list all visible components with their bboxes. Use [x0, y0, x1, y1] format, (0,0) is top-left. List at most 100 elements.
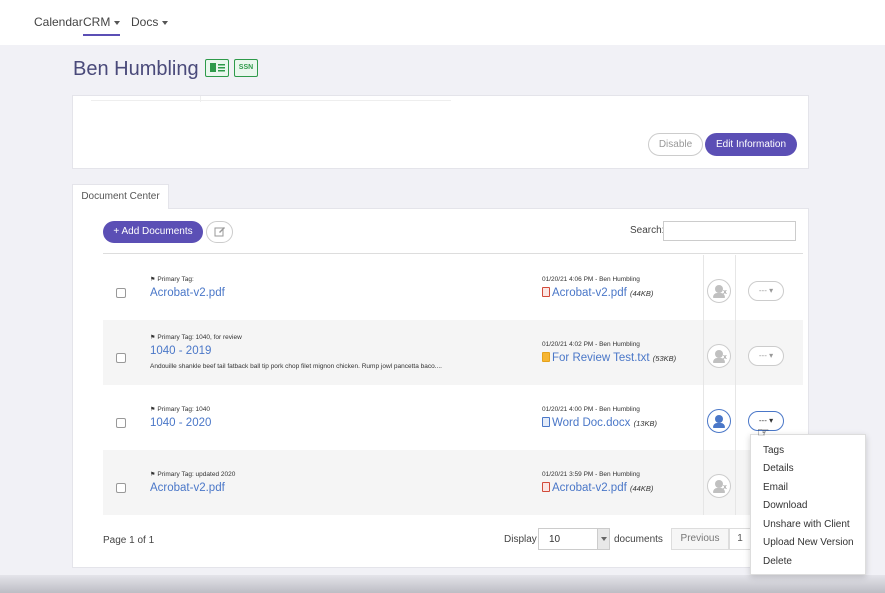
table-row: ⚑ Primary Tag: 1040 1040 - 2020 01/20/21 …	[103, 385, 803, 450]
tab-document-center[interactable]: Document Center	[72, 184, 169, 209]
divider	[703, 255, 704, 320]
tag-icon: ⚑	[150, 472, 156, 478]
unshared-x-icon: x	[723, 289, 727, 296]
divider	[735, 320, 736, 385]
primary-tag: ⚑ Primary Tag:	[150, 276, 194, 283]
unshared-x-icon: x	[723, 484, 727, 491]
file-link[interactable]: Acrobat-v2.pdf (44KB)	[542, 482, 653, 494]
display-label: Display	[504, 534, 537, 545]
divider	[91, 100, 451, 101]
divider	[735, 255, 736, 320]
divider	[735, 450, 736, 515]
menu-item-unshare[interactable]: Unshare with Client	[763, 519, 850, 530]
row-actions-dropdown[interactable]: --- ▾	[748, 281, 784, 301]
upload-meta: 01/20/21 3:59 PM - Ben Humbling	[542, 471, 640, 478]
word-file-icon	[542, 417, 550, 427]
text-file-icon	[542, 352, 550, 362]
file-name: Acrobat-v2.pdf	[552, 287, 627, 299]
row-checkbox[interactable]	[116, 483, 126, 493]
primary-tag-text: Primary Tag:	[157, 276, 194, 283]
file-link[interactable]: Word Doc.docx (13KB)	[542, 417, 657, 429]
document-description: Andouille shankle beef tail fatback ball…	[150, 363, 442, 370]
row-checkbox[interactable]	[116, 288, 126, 298]
previous-page-button[interactable]: Previous	[671, 528, 729, 550]
menu-item-upload-new-version[interactable]: Upload New Version	[763, 537, 854, 548]
divider	[200, 96, 201, 102]
disable-button[interactable]: Disable	[648, 133, 703, 156]
page-number-button[interactable]: 1	[729, 528, 751, 550]
document-title-link[interactable]: 1040 - 2020	[150, 417, 211, 429]
add-documents-button[interactable]: + Add Documents	[103, 221, 203, 243]
file-name: Acrobat-v2.pdf	[552, 482, 627, 494]
primary-tag: ⚑ Primary Tag: 1040, for review	[150, 334, 242, 341]
nav-item-label: Docs	[131, 15, 159, 29]
upload-meta: 01/20/21 4:02 PM - Ben Humbling	[542, 341, 640, 348]
divider	[103, 253, 803, 254]
unshared-x-icon: x	[723, 354, 727, 361]
search-input[interactable]	[663, 221, 796, 241]
edit-information-button[interactable]: Edit Information	[705, 133, 797, 156]
menu-item-details[interactable]: Details	[763, 463, 794, 474]
menu-item-download[interactable]: Download	[763, 500, 807, 511]
divider	[735, 385, 736, 450]
file-name: Word Doc.docx	[552, 417, 631, 429]
top-nav: Calendar CRM Docs	[0, 0, 885, 45]
menu-item-delete[interactable]: Delete	[763, 556, 792, 567]
id-card-glyph	[209, 63, 225, 72]
table-row: ⚑ Primary Tag: 1040, for review 1040 - 20…	[103, 320, 803, 385]
primary-tag: ⚑ Primary Tag: 1040	[150, 406, 210, 413]
row-actions-menu: Tags Details Email Download Unshare with…	[750, 434, 866, 575]
page-info: Page 1 of 1	[103, 535, 155, 546]
file-link[interactable]: For Review Test.txt (53KB)	[542, 352, 676, 364]
nav-item-label: CRM	[83, 15, 111, 29]
display-count-select[interactable]: 10	[538, 528, 610, 550]
share-with-client-button[interactable]: x	[707, 279, 731, 303]
divider	[703, 320, 704, 385]
share-with-client-button[interactable]	[707, 409, 731, 433]
primary-tag-text: Primary Tag: 1040	[157, 406, 211, 413]
file-size: (44KB)	[630, 484, 654, 493]
user-icon-body	[713, 423, 725, 428]
client-info-panel: Disable Edit Information	[72, 95, 809, 169]
search-label: Search:	[630, 225, 665, 236]
pencil-square-icon	[214, 227, 225, 237]
user-icon	[715, 285, 723, 293]
tag-icon: ⚑	[150, 407, 156, 413]
caret-down-icon	[114, 20, 121, 25]
primary-tag: ⚑ Primary Tag: updated 2020	[150, 471, 235, 478]
pdf-file-icon	[542, 287, 550, 297]
edit-documents-button[interactable]	[206, 221, 233, 243]
ssn-badge-label: SSN	[238, 64, 254, 71]
row-checkbox[interactable]	[116, 353, 126, 363]
user-icon	[715, 415, 723, 423]
nav-item-docs[interactable]: Docs	[131, 15, 169, 29]
share-with-client-button[interactable]: x	[707, 344, 731, 368]
document-title-link[interactable]: Acrobat-v2.pdf	[150, 287, 225, 299]
document-title-link[interactable]: 1040 - 2019	[150, 345, 211, 357]
file-size: (53KB)	[652, 354, 677, 363]
file-size: (44KB)	[630, 289, 654, 298]
row-actions-dropdown[interactable]: --- ▾	[748, 346, 784, 366]
document-title-link[interactable]: Acrobat-v2.pdf	[150, 482, 225, 494]
nav-item-calendar[interactable]: Calendar	[34, 15, 83, 29]
hand-cursor-icon: ☞	[757, 424, 770, 440]
nav-item-crm[interactable]: CRM	[83, 15, 121, 36]
upload-meta: 01/20/21 4:06 PM - Ben Humbling	[542, 276, 640, 283]
divider	[703, 385, 704, 450]
id-card-icon[interactable]	[205, 59, 229, 77]
file-name: For Review Test.txt	[552, 352, 650, 364]
row-checkbox[interactable]	[116, 418, 126, 428]
share-with-client-button[interactable]: x	[707, 474, 731, 498]
caret-down-icon	[162, 20, 169, 25]
tag-icon: ⚑	[150, 277, 156, 283]
table-row: ⚑ Primary Tag: Acrobat-v2.pdf 01/20/21 4:…	[103, 255, 803, 320]
documents-label: documents	[614, 534, 663, 545]
user-icon	[715, 480, 723, 488]
bottom-shade	[0, 575, 885, 593]
ssn-card-icon[interactable]: SSN	[234, 59, 258, 77]
user-icon	[715, 350, 723, 358]
file-link[interactable]: Acrobat-v2.pdf (44KB)	[542, 287, 653, 299]
display-count-value: 10	[549, 534, 561, 545]
menu-item-email[interactable]: Email	[763, 482, 788, 493]
menu-item-tags[interactable]: Tags	[763, 445, 784, 456]
